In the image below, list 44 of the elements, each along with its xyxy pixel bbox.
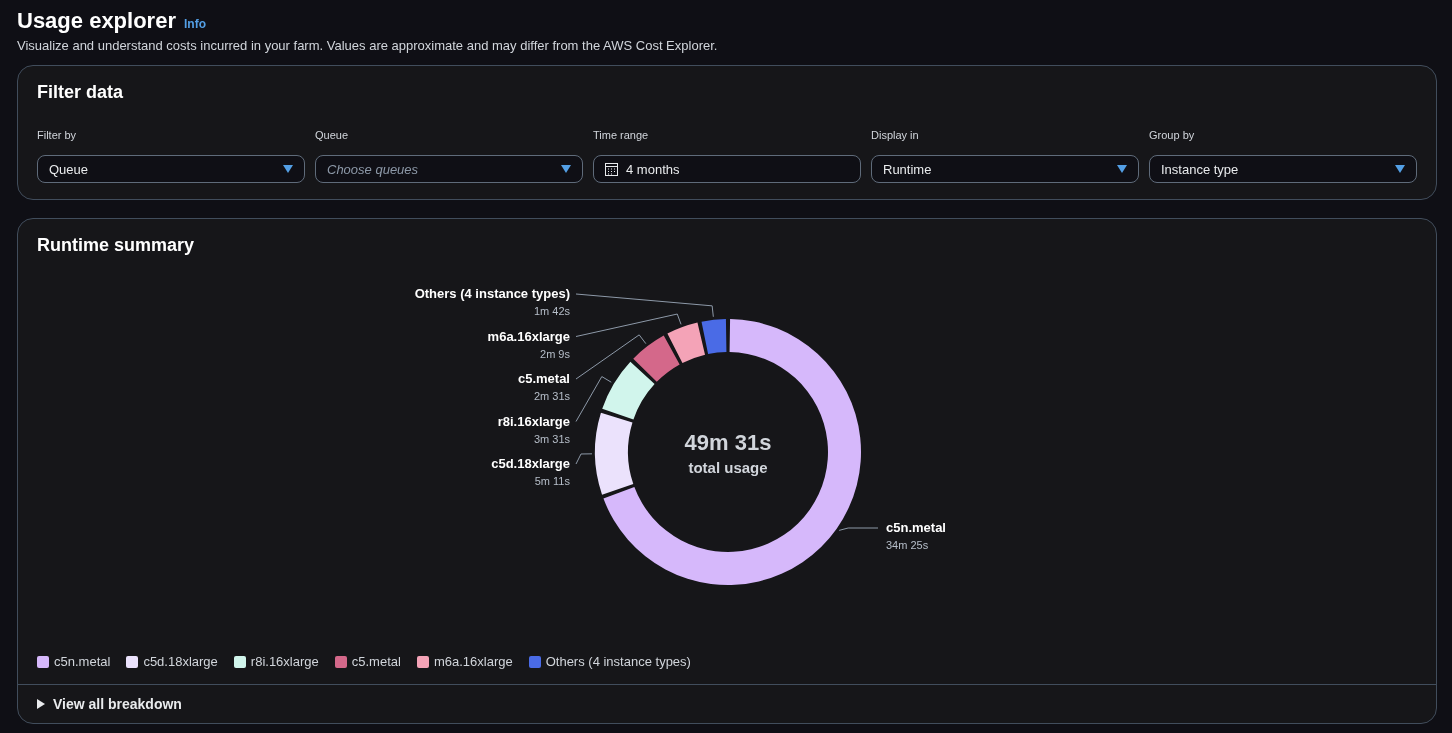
dropdown-caret-icon (1394, 164, 1406, 174)
field-label: Time range (593, 129, 650, 141)
info-link[interactable]: Info (183, 17, 206, 31)
date-range-field[interactable]: 4 months (593, 155, 861, 183)
page-description: Visualize and understand costs incurred in your farm. Values are approximate and may differ from the AWS Cost Explorer. (17, 38, 719, 53)
dropdown-caret-icon (560, 164, 572, 174)
segment-label: r8i.16xlarge (497, 413, 570, 429)
segment-label: c5d.18xlarge (491, 456, 570, 471)
select-field[interactable]: Runtime (871, 155, 1139, 183)
segment-label: Others (4 instance types) (414, 286, 570, 301)
segment-value: 34m 25s (886, 539, 929, 551)
segment-value: 2m 31s (533, 390, 570, 402)
field-label: Queue (315, 129, 350, 141)
total-label: total usage (688, 459, 768, 476)
dropdown-caret-icon (282, 164, 294, 174)
select-field[interactable]: Instance type (1149, 155, 1417, 183)
legend-label: c5d.18xlarge (143, 654, 218, 669)
legend-label: Others (4 instance types) (545, 654, 691, 669)
segment-value: 5m 11s (534, 475, 570, 487)
select-field[interactable]: Queue (37, 155, 305, 183)
segment-label: c5.metal (517, 371, 570, 386)
expand-toggle[interactable]: View all breakdown (37, 696, 182, 712)
field-label: Group by (1149, 129, 1196, 141)
segment-value: 1m 42s (533, 305, 570, 317)
calendar-icon (605, 162, 618, 176)
panel-title: Runtime summary (36, 234, 196, 256)
caret-right-icon (37, 699, 45, 709)
segment-value: 2m 9s (540, 347, 570, 360)
legend-label: c5n.metal (54, 654, 111, 669)
legend-label: r8i.16xlarge (250, 654, 319, 669)
total-value: 49m 31s (684, 430, 772, 455)
field-label: Filter by (37, 129, 78, 141)
segment-label: m6a.16xlarge (487, 328, 570, 344)
segment-label: c5n.metal (886, 520, 946, 535)
dropdown-caret-icon (1116, 164, 1128, 174)
field-label: Display in (871, 129, 920, 141)
leader-line (575, 453, 593, 465)
legend-label: m6a.16xlarge (433, 654, 513, 669)
panel-title: Filter data (36, 81, 125, 103)
legend-label: c5.metal (351, 654, 401, 669)
select-field[interactable]: Choose queues (315, 155, 583, 183)
segment-value: 3m 31s (533, 432, 570, 445)
page-title: Usage explorer (17, 8, 176, 34)
leader-line (838, 527, 879, 531)
